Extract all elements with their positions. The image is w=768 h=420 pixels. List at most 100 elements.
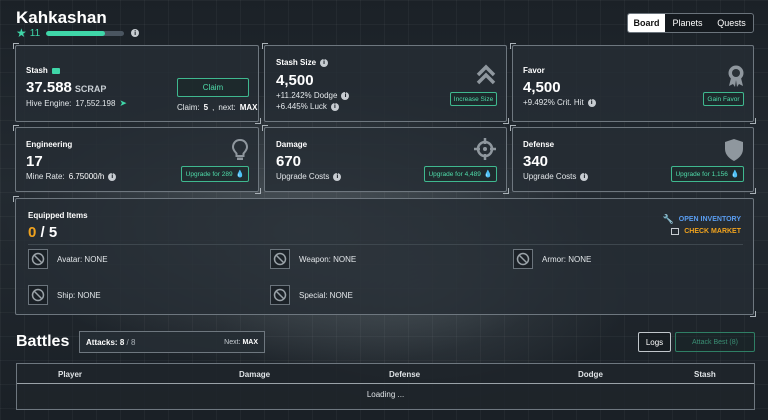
empty-slot-icon bbox=[28, 249, 48, 269]
column-damage[interactable]: Damage bbox=[239, 370, 270, 379]
info-icon[interactable]: i bbox=[320, 58, 329, 67]
claim-status: Claim: 5, next: MAX bbox=[177, 103, 258, 112]
column-player[interactable]: Player bbox=[58, 370, 82, 379]
equipped-items-panel: Equipped Items 0 / 5 🔧 OPEN INVENTORY CH… bbox=[13, 196, 756, 317]
upgrade-engineering-label: Upgrade for 289 bbox=[185, 170, 233, 178]
stash-unit: SCRAP bbox=[74, 84, 107, 94]
slot-avatar-label: Avatar: NONE bbox=[57, 254, 108, 264]
mine-rate-value: 6.75000/h bbox=[68, 172, 105, 181]
xp-bar bbox=[46, 30, 125, 36]
hive-engine-label: Hive Engine: bbox=[26, 99, 72, 108]
info-icon[interactable]: i bbox=[330, 102, 339, 111]
equipped-count-total: / 5 bbox=[40, 224, 58, 241]
upgrade-defense-button[interactable]: Upgrade for 1,156 💧 bbox=[671, 166, 744, 182]
info-icon[interactable]: i bbox=[131, 29, 140, 37]
crosshair-icon bbox=[474, 138, 496, 164]
stash-size-value: 4,500 bbox=[276, 72, 314, 89]
crit-bonus: +9.492% Crit. Hit bbox=[523, 98, 584, 107]
open-inventory-link[interactable]: 🔧 OPEN INVENTORY bbox=[663, 214, 741, 225]
level-indicator: ★ 11 i bbox=[16, 27, 140, 39]
luck-row: +6.445% Luck i bbox=[276, 102, 339, 111]
send-icon[interactable]: ➤ bbox=[119, 98, 127, 109]
open-inventory-label: OPEN INVENTORY bbox=[678, 216, 741, 223]
gain-favor-button[interactable]: Gain Favor bbox=[703, 92, 744, 106]
upgrade-damage-button[interactable]: Upgrade for 4,489 💧 bbox=[424, 166, 497, 182]
luck-bonus: +6.445% Luck bbox=[276, 102, 327, 111]
slot-avatar[interactable]: Avatar: NONE bbox=[28, 249, 108, 269]
check-market-link[interactable]: CHECK MARKET bbox=[671, 228, 741, 235]
favor-value: 4,500 bbox=[523, 79, 561, 96]
defense-value: 340 bbox=[523, 153, 549, 170]
slot-ship[interactable]: Ship: NONE bbox=[28, 285, 101, 305]
damage-costs-label: Upgrade Costs bbox=[276, 172, 330, 181]
attacks-label: Attacks: bbox=[86, 338, 118, 347]
empty-slot-icon bbox=[28, 285, 48, 305]
xp-bar-fill bbox=[46, 30, 106, 36]
slot-armor-label: Armor: NONE bbox=[542, 254, 592, 264]
info-icon[interactable]: i bbox=[108, 172, 117, 181]
mine-rate-row: Mine Rate: 6.75000/h i bbox=[26, 172, 117, 181]
stash-size-card: Stash Size i 4,500 +11.242% Dodge i +6.4… bbox=[262, 43, 509, 124]
equipped-count: 0 / 5 bbox=[28, 224, 57, 241]
page-title: Kahkashan bbox=[16, 8, 107, 27]
info-icon[interactable]: i bbox=[333, 172, 342, 181]
attacks-value: 8 bbox=[119, 338, 125, 347]
mine-rate-label: Mine Rate: bbox=[26, 172, 65, 181]
slot-special[interactable]: Special: NONE bbox=[270, 285, 353, 305]
chevron-up-icon bbox=[475, 64, 497, 90]
info-icon[interactable]: i bbox=[587, 98, 596, 107]
stash-title-row: Stash bbox=[26, 66, 60, 75]
attacks-row: Attacks: 8 / 8 bbox=[86, 338, 135, 347]
increase-size-button[interactable]: Increase Size bbox=[450, 92, 497, 106]
attacks-panel: Attacks: 8 / 8 Next: MAX bbox=[79, 331, 265, 353]
next-value: MAX bbox=[239, 103, 258, 112]
attack-best-button[interactable]: Attack Best (8) bbox=[675, 332, 755, 352]
claim-button[interactable]: Claim bbox=[177, 78, 249, 97]
divider bbox=[28, 244, 743, 245]
loading-text: Loading ... bbox=[366, 390, 405, 399]
claim-value: 5 bbox=[203, 103, 209, 112]
tab-bar: Board Planets Quests bbox=[627, 13, 754, 33]
next-attack-label: Next: bbox=[224, 339, 241, 346]
stash-title: Stash bbox=[26, 66, 48, 75]
stash-card: Stash 37.588 SCRAP Hive Engine: 17,552.19… bbox=[13, 43, 261, 124]
info-icon[interactable]: i bbox=[580, 172, 589, 181]
empty-slot-icon bbox=[270, 285, 290, 305]
upgrade-engineering-button[interactable]: Upgrade for 289 💧 bbox=[181, 166, 249, 182]
dodge-bonus: +11.242% Dodge bbox=[276, 91, 338, 100]
table-header: Player Damage Defense Dodge Stash bbox=[17, 364, 754, 384]
damage-title: Damage bbox=[276, 140, 308, 149]
column-defense[interactable]: Defense bbox=[389, 370, 420, 379]
tab-board[interactable]: Board bbox=[628, 14, 665, 32]
favor-card: Favor 4,500 +9.492% Crit. Hit i Gain Fav… bbox=[510, 43, 756, 124]
empty-slot-icon bbox=[513, 249, 533, 269]
logs-button[interactable]: Logs bbox=[638, 332, 671, 352]
slot-weapon-label: Weapon: NONE bbox=[299, 254, 357, 264]
damage-card: Damage 670 Upgrade Costs i Upgrade for 4… bbox=[262, 125, 509, 194]
next-attack-value: MAX bbox=[242, 339, 258, 346]
droplet-icon: 💧 bbox=[730, 171, 740, 178]
column-dodge[interactable]: Dodge bbox=[578, 370, 603, 379]
lightbulb-icon bbox=[231, 138, 249, 166]
engineering-card: Engineering 17 Mine Rate: 6.75000/h i Up… bbox=[13, 125, 261, 194]
battles-title: Battles bbox=[16, 333, 70, 350]
slot-special-label: Special: NONE bbox=[299, 290, 353, 300]
info-icon[interactable]: i bbox=[341, 91, 350, 100]
hive-engine-value: 17,552.198 bbox=[75, 99, 116, 108]
hive-engine-row: Hive Engine: 17,552.198 ➤ bbox=[26, 98, 127, 109]
stash-value: 37.588 bbox=[26, 79, 72, 96]
stash-size-title: Stash Size bbox=[276, 58, 317, 67]
stash-value-row: 37.588 SCRAP bbox=[26, 79, 106, 96]
slot-ship-label: Ship: NONE bbox=[57, 290, 101, 300]
next-label: next: bbox=[218, 103, 236, 112]
medal-icon bbox=[725, 64, 747, 92]
slot-weapon[interactable]: Weapon: NONE bbox=[270, 249, 356, 269]
tab-planets[interactable]: Planets bbox=[665, 14, 710, 32]
defense-costs-row: Upgrade Costs i bbox=[523, 172, 589, 181]
engineering-value: 17 bbox=[26, 153, 43, 170]
slot-armor[interactable]: Armor: NONE bbox=[513, 249, 591, 269]
tab-quests[interactable]: Quests bbox=[710, 14, 753, 32]
engineering-title: Engineering bbox=[26, 140, 73, 149]
droplet-icon: 💧 bbox=[483, 171, 493, 178]
column-stash[interactable]: Stash bbox=[694, 370, 716, 379]
